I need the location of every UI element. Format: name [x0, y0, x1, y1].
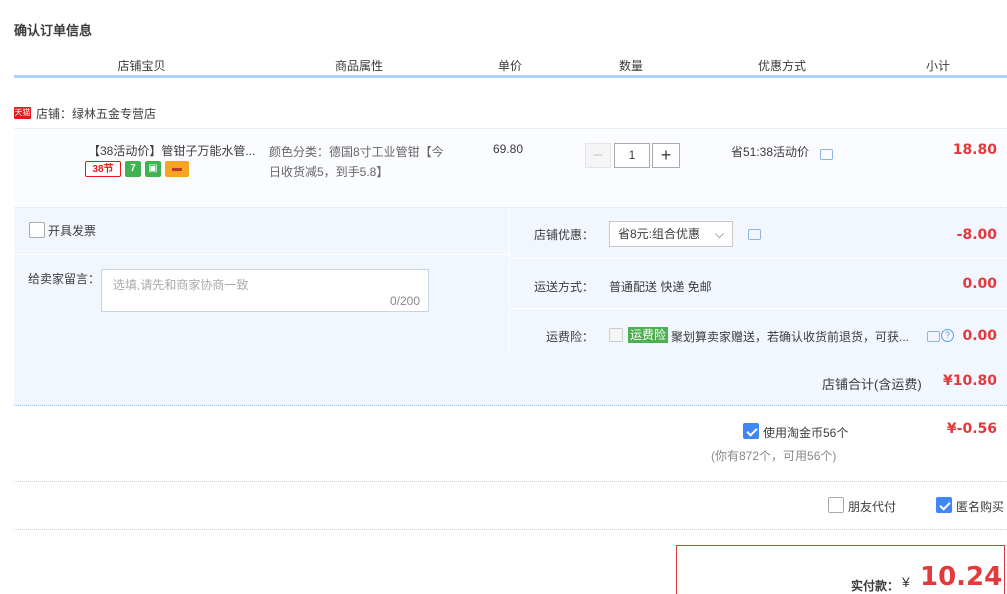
quantity-decrease-button[interactable]: − [585, 143, 611, 168]
header-unit-price: 单价 [497, 59, 522, 73]
shipping-amount: 0.00 [962, 276, 997, 292]
insurance-checkbox[interactable] [609, 328, 623, 342]
item-promotion: 省51:38活动价 [731, 145, 810, 159]
friend-pay-checkbox[interactable] [828, 497, 844, 513]
message-counter: 0/200 [389, 294, 420, 308]
divider [14, 481, 1007, 482]
shipping-label: 运送方式： [534, 280, 595, 294]
seven-day-return-icon: 7 [125, 161, 141, 177]
quantity-input[interactable]: 1 [614, 143, 650, 168]
shop-name-link[interactable]: 店铺：绿林五金专营店 [36, 105, 156, 122]
coins-checkbox[interactable] [743, 423, 759, 439]
credit-card-icon: ▬ [165, 161, 189, 177]
anonymous-checkbox[interactable] [936, 497, 952, 513]
coins-label: 使用淘金币56个 [763, 426, 849, 440]
insurance-description: 聚划算卖家赠送，若确认收货前退货，可获... [671, 330, 910, 344]
final-currency: ¥ [902, 574, 910, 590]
header-quantity: 数量 [618, 59, 643, 73]
header-discount: 优惠方式 [757, 59, 806, 73]
insurance-label: 运费险： [546, 330, 595, 344]
chat-bubble-icon[interactable] [820, 149, 833, 160]
final-payment-amount: 10.24 [920, 562, 1003, 592]
message-label: 给卖家留言： [28, 272, 101, 286]
shop-discount-amount: -8.00 [956, 227, 997, 243]
order-item-row [14, 128, 1007, 208]
quantity-increase-button[interactable]: + [652, 143, 680, 168]
shop-total-amount: ¥10.80 [942, 373, 997, 389]
message-placeholder: 选填,请先和商家协商一致 [113, 278, 249, 292]
anonymous-label: 匿名购买 [956, 500, 1005, 514]
item-subtotal: 18.80 [952, 142, 997, 158]
invoice-checkbox[interactable] [29, 222, 45, 238]
item-title-link[interactable]: 【38活动价】管钳子万能水管... [88, 142, 255, 159]
chat-bubble-icon[interactable] [927, 331, 940, 342]
shipping-method: 普通配送 快递 免邮 [609, 280, 712, 294]
unit-price: 69.80 [493, 142, 524, 156]
shop-discount-selected: 省8元:组合优惠 [618, 227, 701, 241]
divider [14, 529, 1007, 530]
chevron-down-icon: ⌵ [714, 227, 724, 241]
item-attribute-line: 日收货减5，到手5.8】 [269, 165, 389, 179]
quality-guarantee-icon: ▣ [145, 161, 161, 177]
tmall-icon: 天猫 [14, 107, 31, 119]
header-attributes: 商品属性 [334, 59, 383, 73]
insurance-amount: 0.00 [962, 328, 997, 344]
shop-discount-label: 店铺优惠： [534, 228, 595, 242]
final-payment-label: 实付款： [851, 579, 900, 593]
item-attributes: 颜色分类：德国8寸工业管钳【今 日收货减5，到手5.8】 [269, 142, 459, 182]
message-textarea[interactable]: 选填,请先和商家协商一致 0/200 [101, 269, 429, 312]
header-subtotal: 小计 [925, 59, 950, 73]
header-item: 店铺宝贝 [117, 59, 166, 73]
festival-38-badge-icon: 38节 [85, 161, 121, 177]
chat-bubble-icon[interactable] [748, 229, 761, 240]
shop-total-label: 店铺合计(含运费) [822, 377, 922, 392]
shop-discount-select[interactable]: 省8元:组合优惠 ⌵ [609, 221, 733, 247]
invoice-label: 开具发票 [48, 224, 97, 238]
table-header: 店铺宝贝 商品属性 单价 数量 优惠方式 小计 [14, 58, 1007, 78]
help-icon[interactable]: ? [941, 329, 954, 342]
item-attribute-line: 颜色分类：德国8寸工业管钳【今 [269, 145, 444, 159]
coins-note: (你有872个，可用56个) [711, 449, 837, 463]
friend-pay-label: 朋友代付 [848, 500, 897, 514]
insurance-tag: 运费险 [628, 327, 669, 343]
coins-amount: ¥-0.56 [946, 421, 997, 437]
page-title: 确认订单信息 [14, 23, 93, 38]
